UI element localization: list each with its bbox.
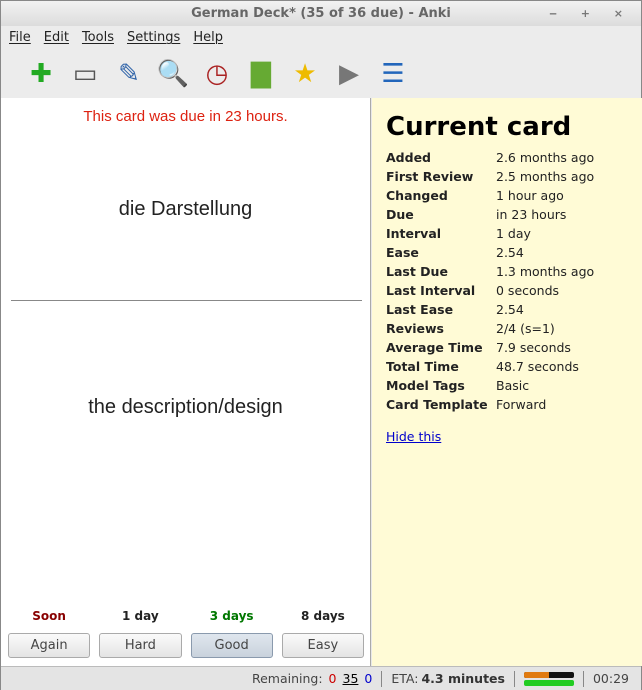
card-info-panel: Current card Added 2.6 months ago First Re… bbox=[372, 98, 642, 666]
info-value: 2.54 bbox=[496, 245, 524, 260]
hard-button[interactable]: Hard bbox=[99, 633, 182, 658]
info-row: Ease 2.54 bbox=[386, 243, 594, 262]
deck-progress bbox=[523, 679, 574, 686]
info-row: Changed 1 hour ago bbox=[386, 186, 594, 205]
info-value: 2.54 bbox=[496, 302, 524, 317]
card-front: die Darstellung bbox=[118, 198, 253, 220]
info-value: 0 seconds bbox=[496, 283, 560, 298]
ease-good: 3 days bbox=[209, 609, 254, 623]
remaining-label: Remaining: bbox=[251, 671, 323, 686]
menu-help[interactable]: Help bbox=[193, 26, 223, 50]
separator bbox=[582, 670, 584, 687]
info-key: Total Time bbox=[386, 359, 459, 374]
again-button[interactable]: Again bbox=[8, 633, 91, 658]
info-value: 2.6 months ago bbox=[496, 150, 595, 165]
window-title: German Deck* (35 of 36 due) - Anki bbox=[191, 6, 451, 21]
replay-audio-icon[interactable]: ▶ bbox=[327, 54, 371, 94]
timebox-icon[interactable]: ◷ bbox=[195, 54, 239, 94]
menu-bar: File Edit Tools Settings Help bbox=[1, 26, 641, 50]
info-row: First Review 2.5 months ago bbox=[386, 167, 594, 186]
info-key: Last Interval bbox=[386, 283, 476, 298]
info-value: Forward bbox=[496, 397, 547, 412]
info-value: 2/4 (s=1) bbox=[496, 321, 555, 336]
ease-hard: 1 day bbox=[122, 609, 159, 623]
hide-this-link[interactable]: Hide this bbox=[386, 429, 441, 444]
menu-edit[interactable]: Edit bbox=[44, 26, 69, 50]
info-row: Model Tags Basic bbox=[386, 376, 594, 395]
add-icon[interactable]: ✚ bbox=[19, 54, 63, 94]
answer-divider bbox=[11, 300, 362, 301]
separator bbox=[381, 670, 383, 687]
info-key: Average Time bbox=[386, 340, 483, 355]
info-row: Last Ease 2.54 bbox=[386, 300, 594, 319]
new-count: 0 bbox=[364, 671, 373, 686]
ease-easy: 8 days bbox=[300, 609, 345, 623]
info-value: Basic bbox=[496, 378, 530, 393]
info-value: in 23 hours bbox=[496, 207, 567, 222]
info-value: 1.3 months ago bbox=[496, 264, 595, 279]
info-key: Last Due bbox=[386, 264, 448, 279]
failed-count: 0 bbox=[328, 671, 337, 686]
info-key: Reviews bbox=[386, 321, 445, 336]
info-key: Ease bbox=[386, 245, 419, 260]
window-controls[interactable]: ‒ + × bbox=[549, 1, 633, 26]
info-value: 2.5 months ago bbox=[496, 169, 595, 184]
info-value: 1 day bbox=[496, 226, 531, 241]
info-row: Interval 1 day bbox=[386, 224, 594, 243]
card-info-table: Added 2.6 months ago First Review 2.5 month… bbox=[386, 148, 594, 414]
info-row: Added 2.6 months ago bbox=[386, 148, 594, 167]
info-value: 48.7 seconds bbox=[496, 359, 579, 374]
eta-value: 4.3 minutes bbox=[421, 671, 505, 686]
info-key: Changed bbox=[386, 188, 448, 203]
separator bbox=[513, 670, 515, 687]
status-bar: Remaining: 0 35 0 ETA: 4.3 minutes 00:29 bbox=[1, 666, 641, 690]
toolbar: ✚ ▭ ✎ 🔍 ◷ ▇ ★ ▶ ☰ bbox=[1, 50, 641, 98]
title-bar: German Deck* (35 of 36 due) - Anki ‒ + × bbox=[1, 1, 641, 26]
info-title: Current card bbox=[386, 112, 572, 142]
good-button[interactable]: Good bbox=[190, 633, 273, 658]
browse-icon[interactable]: 🔍 bbox=[151, 54, 195, 94]
info-row: Total Time 48.7 seconds bbox=[386, 357, 594, 376]
easy-button[interactable]: Easy bbox=[281, 633, 364, 658]
info-key: First Review bbox=[386, 169, 474, 184]
info-row: Last Interval 0 seconds bbox=[386, 281, 594, 300]
info-key: Added bbox=[386, 150, 431, 165]
card-pane: This card was due in 23 hours. die Darst… bbox=[1, 98, 371, 666]
info-row: Reviews 2/4 (s=1) bbox=[386, 319, 594, 338]
answer-buttons: Soon Again 1 day Hard 3 days Good 8 days Eas… bbox=[8, 609, 364, 658]
edit-current-icon[interactable]: ▭ bbox=[63, 54, 107, 94]
card-info-icon[interactable]: ☰ bbox=[371, 54, 415, 94]
menu-settings[interactable]: Settings bbox=[127, 26, 180, 50]
eta-label: ETA: bbox=[391, 671, 419, 686]
info-key: Due bbox=[386, 207, 414, 222]
menu-tools[interactable]: Tools bbox=[82, 26, 114, 50]
info-key: Last Ease bbox=[386, 302, 454, 317]
info-row: Last Due 1.3 months ago bbox=[386, 262, 594, 281]
info-value: 7.9 seconds bbox=[496, 340, 571, 355]
info-row: Due in 23 hours bbox=[386, 205, 594, 224]
info-key: Interval bbox=[386, 226, 442, 241]
info-row: Average Time 7.9 seconds bbox=[386, 338, 594, 357]
ease-again: Soon bbox=[32, 609, 66, 623]
progress-bars bbox=[523, 671, 574, 686]
info-row: Card Template Forward bbox=[386, 395, 594, 414]
info-value: 1 hour ago bbox=[496, 188, 564, 203]
info-key: Model Tags bbox=[386, 378, 465, 393]
card-back: the description/design bbox=[88, 396, 283, 418]
info-key: Card Template bbox=[386, 397, 488, 412]
mark-icon[interactable]: ★ bbox=[283, 54, 327, 94]
review-count: 35 bbox=[342, 671, 359, 686]
menu-file[interactable]: File bbox=[9, 26, 31, 50]
due-message: This card was due in 23 hours. bbox=[83, 108, 288, 125]
timer: 00:29 bbox=[592, 671, 629, 686]
deck-properties-icon[interactable]: ✎ bbox=[107, 54, 151, 94]
statistics-icon[interactable]: ▇ bbox=[239, 54, 283, 94]
session-progress bbox=[523, 671, 574, 678]
